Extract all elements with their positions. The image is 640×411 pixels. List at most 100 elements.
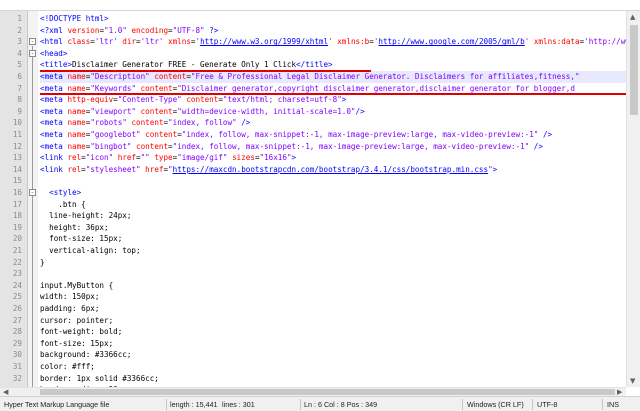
- code-token-text: border: 1px solid #3366cc;: [40, 373, 159, 383]
- code-token-attr: rel: [67, 164, 82, 174]
- code-token-attr: content: [131, 141, 169, 151]
- line-number: 2: [17, 25, 22, 35]
- line-number: 7: [17, 83, 22, 93]
- code-token-tag: />: [355, 106, 365, 116]
- encoding-label[interactable]: UTF-8: [537, 397, 557, 411]
- line-number: 8: [17, 95, 22, 105]
- code-line[interactable]: .btn {: [40, 199, 626, 211]
- code-line[interactable]: font-weight: bold;: [40, 326, 626, 338]
- fold-collapse-icon[interactable]: -: [29, 38, 36, 46]
- code-token-val: "icon": [85, 153, 114, 163]
- code-token-attr: name: [67, 106, 86, 116]
- code-token-link: https://maxcdn.bootstrapcdn.com/bootstra…: [172, 164, 489, 174]
- fold-guide-line: [32, 57, 33, 387]
- code-token-val: 'http://www.google.com/2005/gml/data': [584, 37, 626, 47]
- code-token-tag: >: [291, 153, 297, 163]
- fold-collapse-icon[interactable]: -: [29, 189, 36, 196]
- code-token-attr: href: [140, 164, 164, 174]
- code-token-tag: <?xml: [40, 25, 68, 35]
- code-token-attr: http-equiv: [67, 95, 114, 105]
- code-line[interactable]: vertical-align: top;: [40, 245, 626, 257]
- code-line[interactable]: line-height: 24px;: [40, 210, 626, 222]
- code-token-tag: <head>: [40, 48, 68, 58]
- horizontal-scroll-thumb[interactable]: [40, 389, 615, 395]
- scroll-right-icon[interactable]: ▶: [617, 388, 622, 396]
- code-line[interactable]: <link rel="icon" href="" type="image/gif…: [40, 152, 626, 164]
- line-number: 4: [17, 48, 22, 58]
- code-line[interactable]: <?xml version="1.0" encoding="UTF-8" ?>: [40, 25, 626, 37]
- code-token-attr: content: [181, 95, 219, 105]
- code-line[interactable]: padding: 6px;: [40, 303, 626, 315]
- code-line[interactable]: <style>: [40, 187, 626, 199]
- code-token-tag: />: [538, 130, 553, 139]
- fold-collapse-icon[interactable]: -: [29, 49, 36, 57]
- scroll-up-icon[interactable]: ▲: [630, 13, 635, 21]
- code-line[interactable]: <html class='ltr' dir='ltr' xmlns='http:…: [40, 36, 626, 48]
- code-token-attr: xmlns:data: [529, 37, 580, 47]
- line-number: 24: [12, 280, 22, 290]
- vertical-scroll-thumb[interactable]: [630, 25, 638, 115]
- code-line[interactable]: <head>: [40, 48, 626, 60]
- code-line[interactable]: color: #fff;: [40, 361, 626, 373]
- code-line[interactable]: font-size: 15px;: [40, 338, 626, 350]
- line-number: 19: [12, 222, 22, 232]
- eol-format-label[interactable]: Windows (CR LF): [467, 397, 524, 411]
- line-number: 6: [17, 72, 22, 81]
- code-line[interactable]: input.MyButton {: [40, 280, 626, 292]
- status-divider: [532, 399, 533, 410]
- insert-mode-label[interactable]: INS: [607, 397, 619, 411]
- line-number: 31: [12, 362, 22, 371]
- horizontal-scrollbar[interactable]: ◀ ▶: [0, 387, 626, 396]
- code-line[interactable]: <meta http-equiv="Content-Type" content=…: [40, 94, 626, 106]
- code-line[interactable]: font-size: 15px;: [40, 233, 626, 245]
- code-token-attr: sizes: [227, 153, 255, 163]
- code-line[interactable]: background: #3366cc;: [40, 349, 626, 361]
- line-number: 12: [12, 141, 22, 151]
- vertical-scrollbar[interactable]: ▲ ▼: [626, 11, 640, 387]
- code-token-val: "viewport": [90, 106, 137, 116]
- code-token-tag: />: [529, 141, 543, 151]
- code-line[interactable]: }: [40, 257, 626, 269]
- code-line[interactable]: [40, 268, 626, 280]
- code-line-active[interactable]: <meta name="Description" content="Free &…: [40, 71, 626, 83]
- code-line[interactable]: <link rel="stylesheet" href="https://max…: [40, 164, 626, 176]
- code-token-attr: class: [67, 37, 91, 47]
- line-number: 16: [12, 188, 22, 197]
- code-line[interactable]: height: 36px;: [40, 222, 626, 234]
- scroll-left-icon[interactable]: ◀: [3, 388, 8, 396]
- code-token-val: "robots": [90, 118, 127, 128]
- code-token-text: Disclaimer Generator FREE - Generate Onl…: [72, 60, 297, 70]
- line-number: 13: [12, 153, 22, 163]
- status-divider: [166, 399, 167, 410]
- status-divider: [300, 399, 301, 410]
- code-line[interactable]: cursor: pointer;: [40, 315, 626, 327]
- code-token-attr: content: [126, 118, 164, 128]
- code-token-attr: name: [67, 130, 86, 139]
- code-token-tag: >: [492, 164, 498, 174]
- code-token-text: .btn {: [40, 199, 86, 209]
- code-area[interactable]: <!DOCTYPE html> <?xml version="1.0" encod…: [40, 11, 626, 387]
- code-line[interactable]: [40, 175, 626, 187]
- code-token-val: "": [140, 153, 150, 163]
- code-line[interactable]: border: 1px solid #3366cc;: [40, 373, 626, 385]
- code-token-text: input.MyButton {: [40, 280, 114, 290]
- scroll-down-icon[interactable]: ▼: [630, 377, 635, 385]
- line-number: 3: [17, 37, 22, 47]
- code-token-val: "1.0": [104, 25, 127, 35]
- code-line[interactable]: <!DOCTYPE html>: [40, 13, 626, 25]
- code-line[interactable]: <meta name="bingbot" content="index, fol…: [40, 141, 626, 153]
- code-token-val: "stylesheet": [85, 164, 141, 174]
- line-number: 25: [12, 292, 22, 302]
- line-number: 10: [12, 118, 22, 128]
- code-token-val: "bingbot": [90, 141, 132, 151]
- code-line[interactable]: <meta name="robots" content="index, foll…: [40, 117, 626, 129]
- editor-pane[interactable]: 1 2 3 4 5 6 7 8 9 10 11 12 13 14 15 16 17 18 19 20 21 22 23 24 2…: [0, 10, 640, 396]
- code-line[interactable]: <meta name="viewport" content="width=dev…: [40, 106, 626, 118]
- code-line[interactable]: width: 150px;: [40, 291, 626, 303]
- line-number: 1: [17, 14, 22, 23]
- line-number: 15: [12, 176, 22, 186]
- code-token-tag: >: [341, 95, 347, 105]
- code-token-val: "index, follow, max-snippet:-1, max-imag…: [172, 141, 530, 151]
- code-line[interactable]: <meta name="googlebot" content="index, f…: [40, 129, 626, 141]
- code-token-val: "index, follow, max-snippet:-1, max-imag…: [181, 130, 539, 139]
